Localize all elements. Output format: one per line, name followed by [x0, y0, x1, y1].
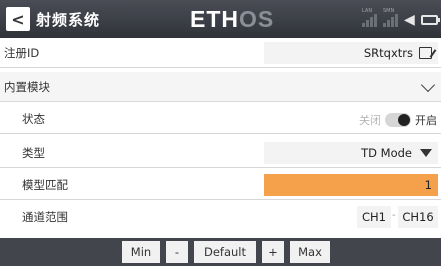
ethos-logo: ETH OS [190, 6, 274, 32]
channel-end-field[interactable]: CH16 [398, 206, 438, 228]
channel-start-value: CH1 [362, 210, 386, 224]
logo-main: ETH [190, 5, 239, 32]
signal-2-icon: SMN [383, 8, 398, 27]
channel-range-label: 通道范围 [22, 210, 68, 224]
type-select[interactable]: TD Mode [264, 142, 438, 164]
default-button[interactable]: Default [194, 241, 256, 263]
model-match-value: 1 [424, 178, 432, 192]
edit-icon [419, 47, 432, 59]
signal-1-label: LAN [362, 8, 373, 14]
channel-start-field[interactable]: CH1 [357, 206, 391, 228]
state-on-label: 开启 [415, 114, 437, 127]
minus-label: - [174, 245, 180, 259]
speaker-icon: ◀ [404, 12, 415, 28]
model-match-field[interactable]: 1 [264, 174, 438, 196]
type-row: 类型 TD Mode [0, 138, 441, 168]
state-off-label: 关闭 [359, 114, 381, 127]
model-match-label: 模型匹配 [22, 178, 68, 192]
dropdown-arrow-icon [420, 149, 432, 157]
signal-2-label: SMN [383, 8, 395, 14]
channel-range-row: 通道范围 CH1 - CH16 [0, 202, 441, 232]
toggle-switch[interactable] [385, 113, 411, 127]
register-id-value: SRtqxtrs [363, 46, 413, 60]
chevron-left-icon: < [11, 9, 25, 29]
type-value: TD Mode [361, 146, 412, 160]
minus-button[interactable]: - [166, 241, 188, 263]
page-title: 射频系统 [36, 11, 101, 29]
internal-module-label: 内置模块 [4, 80, 50, 94]
signal-1-icon: LAN [362, 8, 377, 27]
register-id-label: 注册ID [4, 46, 40, 60]
channel-separator: - [392, 210, 396, 221]
state-label: 状态 [22, 112, 45, 126]
status-icons: LAN SMN ◀ [362, 8, 441, 30]
register-id-field[interactable]: SRtqxtrs [264, 42, 438, 64]
logo-suffix: OS [239, 5, 275, 32]
min-label: Min [130, 245, 152, 259]
min-button[interactable]: Min [122, 241, 160, 263]
back-button[interactable]: < [6, 7, 30, 31]
state-toggle[interactable]: 关闭 开启 [359, 112, 437, 128]
max-label: Max [298, 245, 322, 259]
state-row: 状态 关闭 开启 [0, 104, 441, 134]
chevron-down-icon [420, 77, 436, 93]
max-button[interactable]: Max [290, 241, 330, 263]
battery-icon [420, 15, 441, 25]
default-label: Default [203, 245, 247, 259]
bottom-toolbar: Min - Default + Max [0, 238, 441, 266]
internal-module-row[interactable]: 内置模块 [0, 72, 441, 102]
channel-end-value: CH16 [402, 210, 434, 224]
plus-label: + [268, 245, 278, 259]
type-label: 类型 [22, 146, 45, 160]
plus-button[interactable]: + [262, 241, 284, 263]
register-id-row: 注册ID SRtqxtrs [0, 38, 441, 68]
header-bar: < 射频系统 ETH OS LAN SMN ◀ [0, 0, 441, 38]
model-match-row: 模型匹配 1 [0, 170, 441, 200]
